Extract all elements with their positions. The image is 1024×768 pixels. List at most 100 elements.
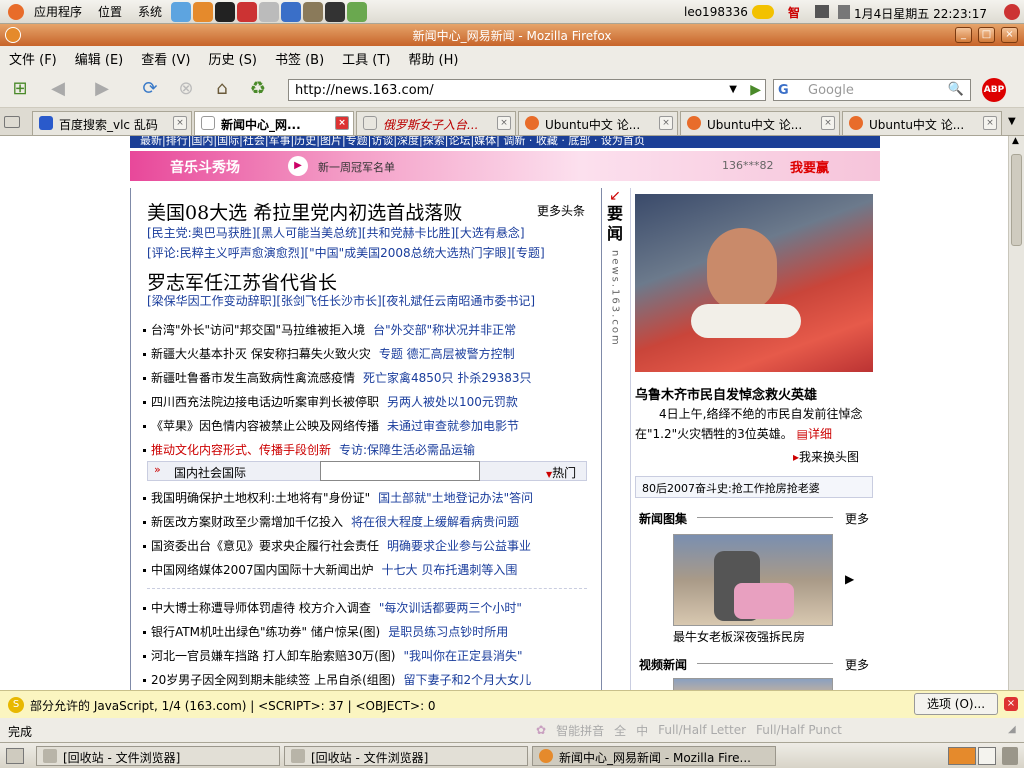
stop-button[interactable]: ⊗ bbox=[172, 75, 200, 103]
tab-close-icon[interactable]: × bbox=[821, 116, 835, 130]
recycle-icon[interactable]: ♻ bbox=[244, 75, 272, 103]
headline-1[interactable]: 美国08大选 希拉里党内初选首战落败 bbox=[147, 198, 462, 225]
tab-close-icon[interactable]: × bbox=[659, 116, 673, 130]
list-item[interactable]: 《苹果》因色情内容被禁止公映及网络传播 未通过审查就参加电影节 bbox=[131, 414, 601, 438]
list-item[interactable]: 推动文化内容形式、传播手段创新 专访:保障生活必需品运输 bbox=[131, 438, 601, 462]
tab-ubuntu-1[interactable]: Ubuntu中文 论... × bbox=[518, 111, 678, 135]
tab-close-icon[interactable]: × bbox=[497, 116, 511, 130]
tab-scroll-icon[interactable]: ▼ bbox=[1008, 116, 1016, 127]
menu-help[interactable]: 帮助 (H) bbox=[399, 49, 467, 68]
tab-close-icon[interactable]: × bbox=[335, 116, 349, 130]
plugin-placeholder[interactable] bbox=[320, 461, 480, 481]
launcher-icon[interactable] bbox=[303, 1, 324, 22]
category-tabs[interactable]: 国内社会国际 bbox=[174, 464, 246, 481]
menu-history[interactable]: 历史 (S) bbox=[199, 49, 266, 68]
list-item[interactable]: 新疆吐鲁番市发生高致病性禽流感疫情 死亡家禽4850只 扑杀29383只 bbox=[131, 366, 601, 390]
launcher-icon[interactable] bbox=[171, 1, 192, 22]
menu-bookmarks[interactable]: 书签 (B) bbox=[266, 49, 333, 68]
resize-grip-icon[interactable]: ◢ bbox=[1008, 724, 1016, 735]
menu-file[interactable]: 文件 (F) bbox=[0, 49, 66, 68]
list-item[interactable]: 新疆大火基本扑灭 保安称扫幕失火致火灾 专题 德汇高层被警方控制 bbox=[131, 342, 601, 366]
pics-thumbnail[interactable] bbox=[673, 534, 833, 626]
adblock-icon[interactable]: ABP bbox=[982, 78, 1006, 102]
tab-russia[interactable]: 俄罗斯女子入台... × bbox=[356, 111, 516, 135]
page-scrollbar[interactable]: ▲ bbox=[1008, 136, 1024, 690]
back-button[interactable]: ◀ bbox=[44, 75, 72, 103]
system-menu[interactable]: 系统 bbox=[130, 3, 170, 20]
video-thumbnail[interactable] bbox=[673, 678, 833, 690]
hot-dropdown[interactable]: ▼热门 bbox=[546, 464, 576, 481]
power-icon[interactable] bbox=[1004, 4, 1020, 20]
list-item[interactable]: 20岁男子因全网到期未能续签 上吊自杀(组图) 留下妻子和2个月大女儿 bbox=[131, 668, 601, 690]
ime-chinese[interactable]: 中 bbox=[636, 722, 648, 739]
clock[interactable]: 1月4日星期五 22:23:17 bbox=[854, 5, 987, 22]
play-icon[interactable]: ▶ bbox=[288, 156, 308, 176]
list-item[interactable]: 我国明确保护土地权利:土地将有"身份证" 国土部就"土地登记办法"答问 bbox=[131, 486, 601, 510]
more-headlines-link[interactable]: 更多头条 bbox=[537, 202, 585, 219]
workspace-switcher[interactable] bbox=[978, 747, 996, 765]
ime-logo-icon[interactable]: ✿ bbox=[536, 723, 546, 737]
tab-ubuntu-2[interactable]: Ubuntu中文 论... × bbox=[680, 111, 840, 135]
more-video-link[interactable]: 更多 bbox=[845, 656, 869, 673]
next-arrow-icon[interactable]: ▶ bbox=[845, 572, 854, 586]
task-file-browser-1[interactable]: [回收站 - 文件浏览器] bbox=[36, 746, 280, 766]
workspace-switcher[interactable] bbox=[948, 747, 976, 765]
pic-caption[interactable]: 最牛女老板深夜强拆民房 bbox=[673, 628, 805, 645]
menu-edit[interactable]: 编辑 (E) bbox=[66, 49, 133, 68]
list-item[interactable]: 国资委出台《意见》要求央企履行社会责任 明确要求企业参与公益事业 bbox=[131, 534, 601, 558]
terminal-launcher-icon[interactable] bbox=[325, 1, 346, 22]
tab-close-icon[interactable]: × bbox=[173, 116, 187, 130]
forward-button[interactable]: ▶ bbox=[88, 75, 116, 103]
maximize-button[interactable]: □ bbox=[978, 27, 995, 43]
display-icon[interactable] bbox=[815, 5, 829, 18]
trash-icon[interactable] bbox=[1002, 747, 1018, 765]
banner-cta[interactable]: 我要赢 bbox=[790, 157, 829, 176]
task-file-browser-2[interactable]: [回收站 - 文件浏览器] bbox=[284, 746, 528, 766]
network-icon[interactable] bbox=[752, 5, 774, 19]
photo-title[interactable]: 乌鲁木齐市民自发悼念救火英雄 bbox=[635, 384, 817, 403]
go-button[interactable]: ▶ bbox=[750, 82, 761, 98]
show-desktop-icon[interactable] bbox=[6, 748, 24, 764]
window-titlebar[interactable]: 新闻中心_网易新闻 - Mozilla Firefox _ □ × bbox=[0, 24, 1024, 46]
ime-letter[interactable]: Full/Half Letter bbox=[658, 723, 746, 737]
applications-menu[interactable]: 应用程序 bbox=[26, 3, 90, 20]
headline-1-links-2[interactable]: [评论:民粹主义呼声愈演愈烈]["中国"成美国2008总统大选热门字眼][专题] bbox=[147, 244, 545, 261]
close-button[interactable]: × bbox=[1001, 27, 1018, 43]
list-item[interactable]: 中大博士称遭导师体罚虐待 校方介入调查 "每次训话都要两三个小时" bbox=[131, 596, 601, 620]
ime-indicator[interactable]: 智 bbox=[788, 4, 800, 21]
task-firefox[interactable]: 新闻中心_网易新闻 - Mozilla Fire... bbox=[532, 746, 776, 766]
places-menu[interactable]: 位置 bbox=[90, 3, 130, 20]
tab-ubuntu-3[interactable]: Ubuntu中文 论... × bbox=[842, 111, 1002, 135]
url-input[interactable]: http://news.163.com/ ▼ ▶ bbox=[288, 79, 766, 101]
url-dropdown-icon[interactable]: ▼ bbox=[729, 84, 737, 95]
list-item[interactable]: 台湾"外长"访问"邦交国"马拉维被拒入境 台"外交部"称状况并非正常 bbox=[131, 318, 601, 342]
ime-punct[interactable]: Full/Half Punct bbox=[756, 723, 842, 737]
headline-2-links[interactable]: [梁保华因工作变动辞职][张剑飞任长沙市长][夜礼斌任云南昭通市委书记] bbox=[147, 292, 535, 309]
search-icon[interactable]: 🔍 bbox=[948, 82, 964, 97]
detail-link[interactable]: ▤详细 bbox=[797, 427, 832, 441]
reload-button[interactable]: ⟳ bbox=[136, 75, 164, 103]
headline-photo[interactable] bbox=[635, 194, 873, 372]
ime-fullwidth[interactable]: 全 bbox=[614, 722, 626, 739]
new-tab-icon[interactable]: ⊞ bbox=[6, 75, 34, 103]
launcher-icon[interactable] bbox=[281, 1, 302, 22]
options-button[interactable]: 选项 (O)... bbox=[914, 693, 998, 715]
list-item[interactable]: 银行ATM机吐出绿色"练功券" 储户惊呆(图) 是职员练习点钞时所用 bbox=[131, 620, 601, 644]
menu-view[interactable]: 查看 (V) bbox=[132, 49, 199, 68]
headline-1-links[interactable]: [民主党:奥巴马获胜][黑人可能当美总统][共和党赫卡比胜][大选有悬念] bbox=[147, 224, 525, 241]
tab-netease[interactable]: 新闻中心_网... × bbox=[194, 111, 354, 135]
tab-baidu[interactable]: 百度搜索_vlc 乱码 × bbox=[32, 111, 192, 135]
change-head-link[interactable]: ▸我来换头图 bbox=[793, 448, 859, 465]
tab-close-icon[interactable]: × bbox=[983, 116, 997, 130]
home-button[interactable]: ⌂ bbox=[208, 75, 236, 103]
promo-box[interactable]: 80后2007奋斗史:抢工作抢房抢老婆 bbox=[635, 476, 873, 498]
search-input[interactable]: G Google 🔍 bbox=[773, 79, 971, 101]
scroll-up-icon[interactable]: ▲ bbox=[1012, 136, 1019, 146]
list-item[interactable]: 新医改方案财政至少需增加千亿投入 将在很大程度上缓解看病贵问题 bbox=[131, 510, 601, 534]
close-bar-icon[interactable]: × bbox=[1004, 697, 1018, 711]
site-nav[interactable]: 最新|排行|国内|国际|社会|军事|历史|图片|专题|访谈|深度|探索|论坛|媒… bbox=[130, 136, 880, 148]
list-item[interactable]: 四川西充法院边接电话边听案审判长被停职 另两人被处以100元罚款 bbox=[131, 390, 601, 414]
tab-list-icon[interactable] bbox=[4, 116, 20, 128]
minimize-button[interactable]: _ bbox=[955, 27, 972, 43]
google-icon[interactable]: G bbox=[778, 83, 789, 98]
